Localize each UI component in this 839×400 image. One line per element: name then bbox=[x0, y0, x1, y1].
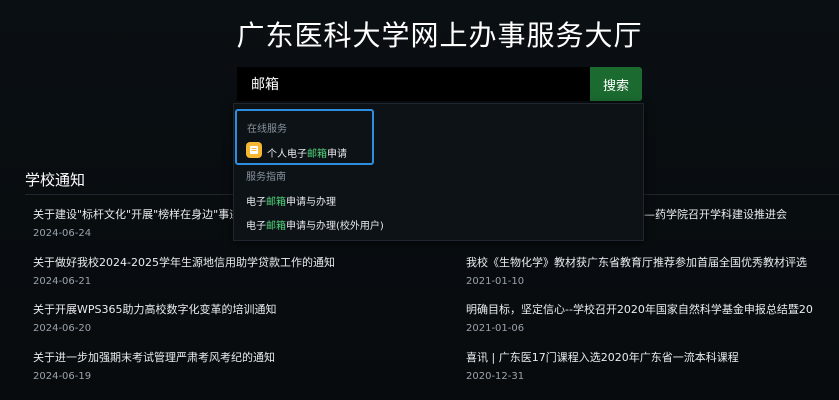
suggestion-group-heading: 在线服务 bbox=[247, 124, 287, 135]
notice-date: 2024-06-19 bbox=[33, 371, 92, 382]
notice-title[interactable]: 明确目标，坚定信心--学校召开2020年国家自然科学基金申报总结暨20 bbox=[466, 301, 839, 317]
search-suggestions-dropdown: 在线服务 个人电子邮箱申请 服务指南 电子邮箱申请与办理 电子邮箱申请与办理(校… bbox=[233, 103, 644, 241]
document-badge-icon bbox=[246, 142, 262, 158]
notice-item[interactable]: 我校《生物化学》教材获广东省教育厅推荐参加首届全国优秀教材评选 2021-01-… bbox=[466, 254, 839, 287]
suggestion-item-email-apply[interactable]: 电子邮箱申请与办理 bbox=[246, 193, 336, 208]
suggestion-group-online-services: 在线服务 个人电子邮箱申请 bbox=[235, 109, 374, 165]
suggestion-text: 申请 bbox=[327, 149, 347, 160]
notice-item[interactable]: 明确目标，坚定信心--学校召开2020年国家自然科学基金申报总结暨20 2021… bbox=[466, 301, 839, 334]
page: 广东医科大学网上办事服务大厅 搜索 学校通知 关于建设"标杆文化"开展"榜样在身… bbox=[0, 0, 839, 400]
suggestion-highlight: 邮箱 bbox=[307, 149, 327, 160]
notice-title[interactable]: 我校《生物化学》教材获广东省教育厅推荐参加首届全国优秀教材评选 bbox=[466, 254, 839, 270]
suggestion-text: 申请与办理 bbox=[286, 197, 336, 208]
notice-title[interactable]: —药学院召开学科建设推进会 bbox=[644, 206, 834, 222]
suggestion-group-heading: 服务指南 bbox=[246, 172, 286, 183]
notice-title[interactable]: 关于开展WPS365助力高校数字化变革的培训通知 bbox=[33, 301, 443, 317]
suggestion-text: 个人电子 bbox=[267, 149, 307, 160]
page-title: 广东医科大学网上办事服务大厅 bbox=[236, 19, 643, 52]
notice-item[interactable]: —药学院召开学科建设推进会 bbox=[644, 206, 834, 222]
suggestion-text: 电子 bbox=[246, 197, 266, 208]
notice-title[interactable]: 关于做好我校2024-2025学年生源地信用助学贷款工作的通知 bbox=[33, 254, 443, 270]
notice-date: 2024-06-20 bbox=[33, 323, 92, 334]
notice-title[interactable]: 喜讯 | 广东医17门课程入选2020年广东省一流本科课程 bbox=[466, 349, 839, 365]
suggestion-highlight: 邮箱 bbox=[266, 197, 286, 208]
notice-date: 2021-01-06 bbox=[466, 323, 525, 334]
search-input[interactable] bbox=[237, 67, 590, 101]
notice-item[interactable]: 关于进一步加强期末考试管理严肃考风考纪的通知 2024-06-19 bbox=[33, 349, 443, 382]
notice-date: 2020-12-31 bbox=[466, 371, 525, 382]
notice-date: 2024-06-21 bbox=[33, 276, 92, 287]
notice-date: 2021-01-10 bbox=[466, 276, 525, 287]
suggestion-text: 申请与办理(校外用户) bbox=[286, 221, 384, 232]
suggestion-item-email-apply-external[interactable]: 电子邮箱申请与办理(校外用户) bbox=[246, 217, 384, 232]
suggestion-item-personal-email[interactable]: 个人电子邮箱申请 bbox=[267, 145, 347, 160]
section-title-notices: 学校通知 bbox=[25, 171, 86, 189]
notice-title[interactable]: 关于进一步加强期末考试管理严肃考风考纪的通知 bbox=[33, 349, 443, 365]
suggestion-text: 电子 bbox=[246, 221, 266, 232]
notice-item[interactable]: 关于做好我校2024-2025学年生源地信用助学贷款工作的通知 2024-06-… bbox=[33, 254, 443, 287]
notice-item[interactable]: 关于开展WPS365助力高校数字化变革的培训通知 2024-06-20 bbox=[33, 301, 443, 334]
search-button[interactable]: 搜索 bbox=[590, 67, 642, 101]
suggestion-highlight: 邮箱 bbox=[266, 221, 286, 232]
notice-item[interactable]: 喜讯 | 广东医17门课程入选2020年广东省一流本科课程 2020-12-31 bbox=[466, 349, 839, 382]
